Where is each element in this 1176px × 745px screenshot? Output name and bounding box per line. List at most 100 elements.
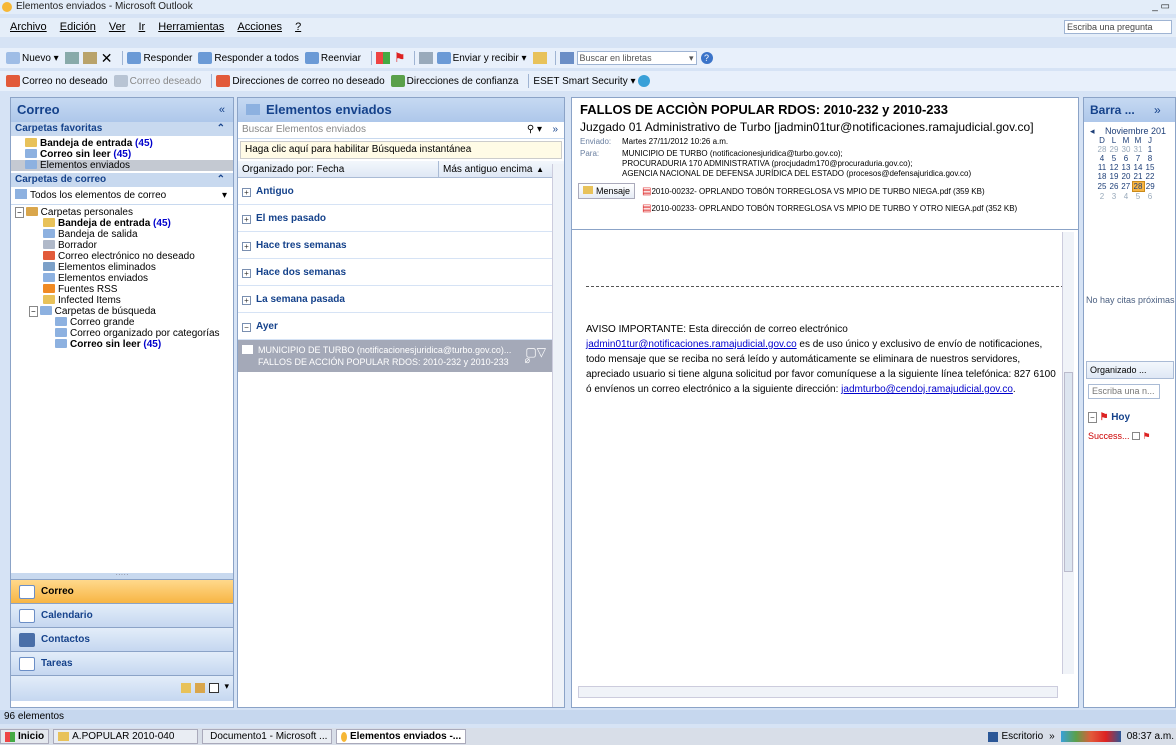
search-categorized[interactable]: Correo organizado por categorías: [15, 328, 233, 339]
menu-acciones[interactable]: Acciones: [237, 21, 282, 33]
fav-sent[interactable]: Elementos enviados: [11, 160, 233, 171]
calendar-day[interactable]: 19: [1108, 172, 1120, 182]
notes-icon[interactable]: [181, 683, 191, 693]
message-tab[interactable]: Mensaje: [578, 183, 636, 199]
eset-button[interactable]: ESET Smart Security ▾: [533, 75, 651, 87]
forward-button[interactable]: Reenviar: [304, 52, 361, 64]
folder-sent[interactable]: Elementos enviados: [15, 273, 233, 284]
prev-month-icon[interactable]: ◂: [1090, 126, 1095, 137]
folder-junk[interactable]: Correo electrónico no deseado: [15, 251, 233, 262]
calendar-day[interactable]: 28: [1096, 145, 1108, 154]
expand-search-icon[interactable]: »: [552, 122, 558, 138]
chevron-down-icon[interactable]: ▾: [689, 52, 694, 64]
instant-search-banner[interactable]: Haga clic aquí para habilitar Búsqueda i…: [240, 141, 562, 159]
move-icon[interactable]: [82, 52, 97, 64]
scroll-thumb[interactable]: [1064, 372, 1073, 572]
calendar-day[interactable]: 20: [1120, 172, 1132, 182]
folder-deleted[interactable]: Elementos eliminados: [15, 262, 233, 273]
desktop-toolbar-label[interactable]: Escritorio: [1001, 731, 1043, 742]
expand-icon[interactable]: +: [242, 188, 251, 197]
search-large-mail[interactable]: Correo grande: [15, 317, 233, 328]
reply-all-button[interactable]: Responder a todos: [198, 52, 299, 64]
addressbook-icon[interactable]: [418, 52, 433, 64]
group-mes-pasado[interactable]: + El mes pasado: [238, 205, 552, 232]
expand-icon[interactable]: +: [242, 215, 251, 224]
calendar-day[interactable]: 21: [1132, 172, 1144, 182]
configure-buttons-icon[interactable]: ▾: [224, 681, 229, 692]
body-link-2[interactable]: jadmturbo@cendoj.ramajudicial.gov.co: [841, 384, 1013, 395]
nav-button-contacts[interactable]: Contactos: [11, 627, 233, 651]
junk-button[interactable]: Correo no deseado: [6, 75, 108, 87]
contacts-icon[interactable]: [532, 52, 547, 64]
reading-scrollbar[interactable]: [1062, 232, 1074, 674]
search-icon[interactable]: ⚲ ▾: [527, 122, 542, 138]
folder-inbox[interactable]: Bandeja de entrada (45): [15, 218, 233, 229]
calendar-day[interactable]: 5: [1108, 154, 1120, 163]
help-icon[interactable]: ?: [700, 52, 713, 64]
nav-button-mail[interactable]: Correo: [11, 579, 233, 603]
calendar-day[interactable]: 4: [1120, 192, 1132, 202]
calendar-day[interactable]: 1: [1144, 145, 1156, 154]
help-question-input[interactable]: Escriba una pregunta: [1064, 20, 1172, 34]
calendar-day[interactable]: 29: [1144, 182, 1156, 192]
calendar-day[interactable]: 31: [1132, 145, 1144, 154]
calendar-day[interactable]: 6: [1144, 192, 1156, 202]
search-unread[interactable]: Correo sin leer (45): [15, 339, 233, 350]
calendar-day[interactable]: 29: [1108, 145, 1120, 154]
collapse-icon[interactable]: «: [219, 98, 225, 122]
not-junk-button[interactable]: Correo deseado: [113, 75, 201, 87]
nav-button-calendar[interactable]: Calendario: [11, 603, 233, 627]
group-dos-semanas[interactable]: + Hace dos semanas: [238, 259, 552, 286]
menu-help[interactable]: ?: [295, 21, 301, 33]
flag-icon[interactable]: ⚑: [394, 50, 406, 66]
expand-icon[interactable]: +: [242, 296, 251, 305]
chevron-down-icon[interactable]: ▾: [222, 187, 227, 205]
calendar-day[interactable]: 30: [1120, 145, 1132, 154]
menu-archivo[interactable]: Archivo: [10, 21, 47, 33]
taskbar-item-outlook[interactable]: Elementos enviados -...: [336, 729, 467, 744]
folder-rss[interactable]: Fuentes RSS: [15, 284, 233, 295]
expand-todo-icon[interactable]: »: [1154, 98, 1161, 122]
menu-ir[interactable]: Ir: [138, 21, 145, 33]
list-scrollbar[interactable]: [552, 164, 564, 707]
sort-order-label[interactable]: Más antiguo encima: [438, 161, 533, 178]
task-item[interactable]: Success... ⚑: [1088, 431, 1151, 442]
collapse-icon[interactable]: −: [242, 323, 251, 332]
calendar-day[interactable]: 4: [1096, 154, 1108, 163]
list-search-input[interactable]: Buscar Elementos enviados ⚲ ▾ »: [238, 122, 564, 139]
task-checkbox[interactable]: [1132, 432, 1141, 440]
group-antiguo[interactable]: + Antiguo: [238, 178, 552, 205]
attachment-1[interactable]: ▤2010-00232- OPRLANDO TOBÓN TORREGLOSA V…: [642, 183, 1017, 200]
attachment-2[interactable]: ▤2010-00233- OPRLANDO TOBÓN TORREGLOSA V…: [642, 200, 1017, 217]
taskbar-item-word[interactable]: Documento1 - Microsoft ...: [202, 729, 333, 744]
chevron-right-icon[interactable]: »: [1049, 731, 1055, 742]
folder-outbox[interactable]: Bandeja de salida: [15, 229, 233, 240]
fav-unread[interactable]: Correo sin leer (45): [25, 149, 233, 160]
group-semana-pasada[interactable]: + La semana pasada: [238, 286, 552, 313]
collapse-toggle[interactable]: −: [1088, 412, 1097, 423]
expand-icon[interactable]: +: [242, 242, 251, 251]
tray-icons[interactable]: [1060, 731, 1121, 742]
menu-herramientas[interactable]: Herramientas: [158, 21, 224, 33]
calendar-day[interactable]: 12: [1108, 163, 1120, 172]
sort-header[interactable]: Organizado por: Fecha Más antiguo encima ▲: [238, 161, 564, 178]
mail-folders-header[interactable]: Carpetas de correo ⌃: [11, 173, 233, 187]
calendar-day-today[interactable]: 28: [1131, 181, 1145, 192]
flag-outline-icon[interactable]: ▢▽: [525, 346, 546, 358]
calendar-day[interactable]: 11: [1096, 163, 1108, 172]
calendar-day[interactable]: 7: [1132, 154, 1144, 163]
chevron-up-icon[interactable]: ⌃: [217, 122, 225, 136]
calendar-day[interactable]: 15: [1144, 163, 1156, 172]
addressbook-search-input[interactable]: Buscar en libretas ▾: [576, 51, 697, 65]
message-row[interactable]: MUNICIPIO DE TURBO (notificacionesjuridi…: [238, 340, 552, 372]
calendar-day[interactable]: 8: [1144, 154, 1156, 163]
new-task-input[interactable]: Escriba una n...: [1088, 384, 1160, 399]
flag-icon[interactable]: ⚑: [1143, 431, 1151, 441]
collapse-toggle[interactable]: −: [29, 306, 38, 317]
group-tres-semanas[interactable]: + Hace tres semanas: [238, 232, 552, 259]
menu-edicion[interactable]: Edición: [60, 21, 96, 33]
delete-icon[interactable]: ✕: [101, 50, 113, 67]
send-receive-button[interactable]: Enviar y recibir ▾: [436, 52, 527, 64]
todo-sort-header[interactable]: Organizado ...: [1086, 361, 1174, 379]
calendar-day[interactable]: 3: [1108, 192, 1120, 202]
